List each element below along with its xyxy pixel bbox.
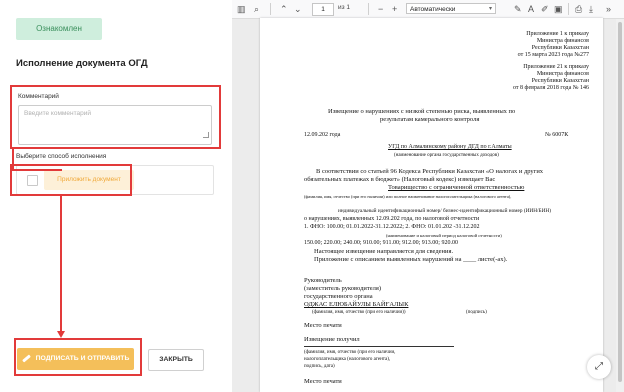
toolbar-divider bbox=[270, 3, 271, 15]
appendix2-line: Министра финансов bbox=[536, 71, 589, 77]
document-title: Извещение о нарушениях с низкой степенью… bbox=[328, 108, 516, 115]
search-icon[interactable]: ⌕ bbox=[254, 3, 259, 15]
viewer-toolbar: ▥ ⌕ ⌃ ⌄ 1 из 1 − + Автоматически ▾ ✎ A ✐… bbox=[232, 0, 624, 19]
annotation-arrow bbox=[12, 149, 14, 171]
pen-icon bbox=[21, 354, 31, 363]
appendix1-line: Республики Казахстан bbox=[531, 45, 589, 51]
signature-caption: (подпись) bbox=[466, 310, 487, 315]
issuer-name: УГД по Алмалинскому району ДГД по г.Алма… bbox=[388, 144, 512, 150]
bin-line: индивидуальный идентификационный номер/ … bbox=[338, 208, 551, 214]
page-down-icon[interactable]: ⌄ bbox=[294, 3, 302, 15]
received-label: Извещение получил bbox=[304, 336, 360, 343]
period-caption: (наименование и налоговый период налогов… bbox=[386, 233, 502, 238]
method-label: Выберите способ исполнения bbox=[16, 153, 107, 160]
sign-button-label: ПОДПИСАТЬ И ОТПРАВИТЬ bbox=[35, 355, 130, 362]
fno-line: 1. ФНО: 100.00; 01.01.2022-31.12.2022; 2… bbox=[304, 224, 480, 230]
comment-highlight-box: Комментарий bbox=[10, 85, 221, 149]
chevron-down-icon: ▾ bbox=[488, 6, 492, 12]
appendix1-line: Приложение 1 к приказу bbox=[526, 31, 589, 37]
recipient-caption: налогоплательщика (налогового агента), bbox=[304, 357, 391, 362]
head-line: (заместитель руководителя) bbox=[304, 285, 382, 292]
appendix2-line: Республики Казахстан bbox=[531, 78, 589, 84]
resize-handle-icon[interactable] bbox=[203, 132, 209, 138]
zoom-in-icon[interactable]: + bbox=[392, 3, 397, 15]
taxpayer-caption: (фамилия, имя, отчество (при его наличии… bbox=[304, 194, 512, 199]
body-line: обязательных платежах в бюджет» (Налогов… bbox=[304, 176, 496, 183]
annotation-arrow-shaft bbox=[60, 196, 62, 332]
zoom-value: Автоматически bbox=[410, 6, 456, 13]
recipient-caption: (фамилия, имя, отчество (при его наличии… bbox=[304, 350, 396, 355]
document-title: результатам камерального контроля bbox=[380, 116, 480, 123]
page-count: из 1 bbox=[338, 4, 351, 11]
signer-caption: (фамилия, имя, отчество (при его наличии… bbox=[312, 310, 406, 315]
sidebar-toggle-icon[interactable]: ▥ bbox=[237, 3, 246, 15]
head-line: Руководитель bbox=[304, 277, 342, 284]
codes-line: 150.00; 220.00; 240.00; 910.00; 911.00; … bbox=[304, 240, 458, 246]
scrollbar-thumb[interactable] bbox=[618, 22, 622, 382]
stamp-place-2: Место печати bbox=[304, 378, 342, 385]
signer-name: ОДЖАС ЕЛЮБАЙУЛЫ БАЙҒАЛЫК bbox=[304, 301, 409, 308]
body-line: В соответствии со статьей 96 Кодекса Рес… bbox=[316, 168, 544, 175]
more-icon[interactable]: » bbox=[606, 3, 611, 15]
appendix1-line: от 15 марта 2023 года №277 bbox=[517, 52, 589, 58]
page-number-input[interactable]: 1 bbox=[312, 3, 334, 16]
attachment-line: Приложение с описанием выявленных наруше… bbox=[314, 256, 508, 263]
print-icon[interactable]: ⎙ bbox=[575, 3, 582, 15]
toolbar-divider bbox=[568, 3, 569, 15]
sign-and-send-button[interactable]: ПОДПИСАТЬ И ОТПРАВИТЬ bbox=[17, 348, 134, 370]
document-date: 12.09.202 года bbox=[304, 132, 341, 138]
close-button[interactable]: ЗАКРЫТЬ bbox=[148, 349, 204, 371]
document-number: № 6007К bbox=[545, 132, 569, 138]
acknowledged-button[interactable]: Ознакомлен bbox=[16, 18, 102, 40]
zoom-out-icon[interactable]: − bbox=[378, 3, 383, 15]
execution-panel: Ознакомлен Исполнение документа ОГД Комм… bbox=[0, 0, 233, 392]
image-icon[interactable]: ▣ bbox=[554, 3, 563, 15]
annotation-arrow-connector bbox=[12, 169, 62, 171]
issuer-caption: (наименование органа государственных дох… bbox=[394, 153, 499, 158]
body-line: Товарищество с ограниченной ответственно… bbox=[388, 184, 525, 191]
page-up-icon[interactable]: ⌃ bbox=[280, 3, 288, 15]
comment-label: Комментарий bbox=[18, 93, 59, 100]
recipient-caption: подпись, дата) bbox=[304, 364, 335, 369]
head-line: государственного органа bbox=[304, 293, 373, 300]
draw-icon[interactable]: ✐ bbox=[541, 3, 549, 15]
toolbar-divider bbox=[368, 3, 369, 15]
zoom-select[interactable]: Автоматически ▾ bbox=[406, 3, 496, 14]
stamp-place: Место печати bbox=[304, 322, 342, 329]
appendix1-line: Министра финансов bbox=[536, 38, 589, 44]
document-page: Приложение 1 к приказу Министра финансов… bbox=[260, 18, 603, 392]
annotation-arrowhead-icon bbox=[57, 331, 65, 338]
info-line: Настоящее извещение направляется для све… bbox=[314, 248, 454, 255]
text-icon[interactable]: A bbox=[528, 3, 534, 15]
appendix2-line: от 8 февраля 2018 года № 146 bbox=[513, 85, 589, 91]
highlight-icon[interactable]: ✎ bbox=[514, 3, 522, 15]
appendix2-line: Приложение 21 к приказу bbox=[523, 64, 589, 70]
pdf-viewer: ▥ ⌕ ⌃ ⌄ 1 из 1 − + Автоматически ▾ ✎ A ✐… bbox=[232, 0, 624, 392]
recipient-line bbox=[304, 346, 454, 347]
expand-icon[interactable]: ⤢ bbox=[587, 355, 611, 379]
violation-line: о нарушениях, выявленных 12.09.202 года,… bbox=[304, 216, 480, 222]
panel-title: Исполнение документа ОГД bbox=[16, 58, 148, 69]
comment-input[interactable] bbox=[18, 105, 212, 145]
save-icon[interactable]: ⤓ bbox=[589, 3, 593, 15]
